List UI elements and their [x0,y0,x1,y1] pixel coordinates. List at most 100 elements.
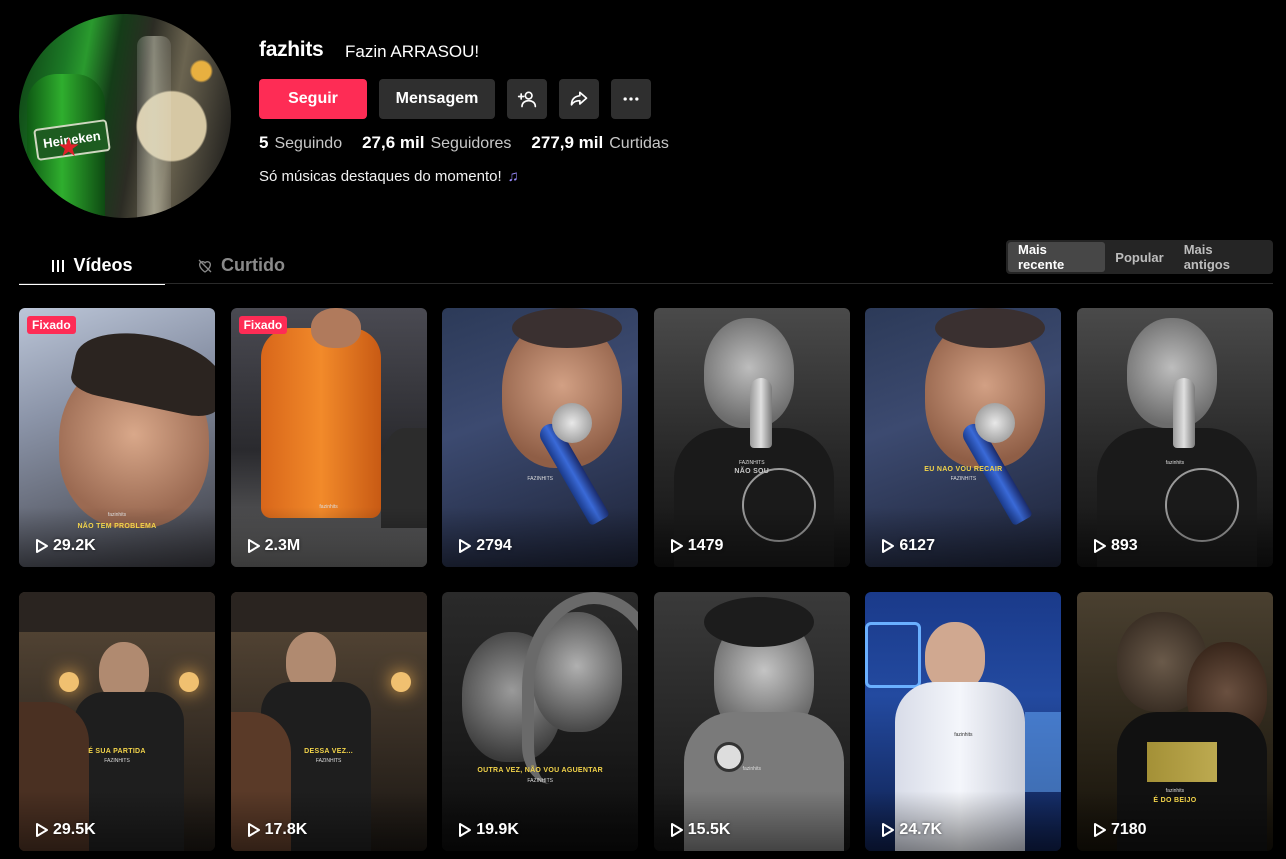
video-views: 1479 [670,537,724,555]
play-icon [882,539,895,553]
view-count: 6127 [899,537,935,554]
sort-oldest[interactable]: Mais antigos [1174,242,1271,272]
view-count: 2794 [476,537,512,554]
video-card[interactable]: DESSA VEZ... FAZINHITS 17.8K [230,592,427,851]
video-views: 19.9K [458,821,519,839]
view-count: 15.5K [687,821,731,838]
view-count: 1479 [687,537,724,554]
grid-icon [52,259,65,272]
video-card[interactable]: fazinhits 24.7K [865,592,1062,851]
add-friend-button[interactable] [507,79,547,119]
play-icon [247,823,260,837]
view-count: 893 [1110,537,1138,554]
video-caption: É DO BEIJO [1153,797,1197,804]
view-count: 7180 [1110,821,1147,838]
video-card[interactable]: É SUA PARTIDA FAZINHITS 29.5K [19,592,215,851]
video-watermark: FAZINHITS [104,758,130,764]
profile-stats: 5 Seguindo 27,6 mil Seguidores 277,9 mil Cu… [259,133,669,153]
sort-most-recent[interactable]: Mais recente [1008,242,1106,272]
play-icon [1093,539,1106,553]
message-button[interactable]: Mensagem [379,79,495,119]
more-button[interactable] [611,79,651,119]
stat-following[interactable]: 5 Seguindo [259,133,342,153]
play-icon [459,539,472,553]
play-icon [882,823,895,837]
video-watermark: FAZINHITS [315,758,342,764]
video-watermark: fazinhits [1165,460,1185,466]
share-icon [570,91,588,106]
more-icon [623,97,639,101]
play-icon [459,823,472,837]
play-icon [670,539,683,553]
tab-videos-label: Vídeos [73,255,133,275]
profile-bio: Só músicas destaques do momento! ♫ [259,168,519,185]
pinned-badge: Fixado [27,316,76,334]
video-views: 7180 [1093,821,1147,839]
avatar-glass-bottle [137,36,171,218]
likes-count: 277,9 mil [531,133,604,152]
video-watermark: FAZINHITS [527,476,553,482]
view-count: 29.2K [53,537,96,554]
profile-avatar[interactable]: Heineken ★ [19,14,231,218]
video-card[interactable]: FAZINHITS 2794 [442,308,639,567]
play-icon [36,539,48,553]
video-caption: EU NAO VOU RECAIR [924,466,1003,473]
music-notes-icon: ♫ [507,168,519,185]
video-views: 17.8K [247,821,308,839]
video-card[interactable]: OUTRA VEZ, NÃO VOU AGUENTAR FAZINHITS 19… [442,592,639,851]
video-views: 29.5K [35,821,96,839]
view-count: 29.5K [53,821,96,838]
video-caption: É SUA PARTIDA [88,748,146,755]
followers-count: 27,6 mil [362,133,425,152]
video-views: 15.5K [670,821,731,839]
video-grid: Fixado fazinhits NÃO TEM PROBLEMA 29.2K … [19,308,1273,851]
profile-username: fazhits [259,38,324,61]
video-views: 6127 [881,537,935,555]
tab-liked[interactable]: Curtido [197,248,285,283]
view-count: 24.7K [899,821,943,838]
pinned-badge: Fixado [238,316,288,334]
video-caption: OUTRA VEZ, NÃO VOU AGUENTAR [477,767,604,774]
video-views: 893 [1093,537,1138,555]
tab-divider [19,283,1273,284]
add-friend-icon [517,91,537,108]
video-views: 24.7K [881,821,942,839]
sort-toggle: Mais recente Popular Mais antigos [1006,240,1273,274]
profile-nickname: Fazin ARRASOU! [345,42,480,61]
view-count: 19.9K [476,821,519,838]
video-card[interactable]: NÃO SOU FAZINHITS 1479 [653,308,850,567]
share-button[interactable] [559,79,599,119]
liked-heart-icon [198,259,212,273]
video-watermark: fazinhits [1165,788,1185,794]
tab-liked-label: Curtido [221,255,285,275]
video-card[interactable]: Fixado fazinhits NÃO TEM PROBLEMA 29.2K [19,308,215,567]
play-icon [1093,823,1106,837]
follow-button[interactable]: Seguir [259,79,367,119]
video-watermark: fazinhits [954,732,973,738]
sort-popular[interactable]: Popular [1105,242,1173,272]
video-caption: NÃO TEM PROBLEMA [77,523,157,530]
followers-label: Seguidores [430,135,512,152]
video-card[interactable]: fazinhits É DO BEIJO 7180 [1076,592,1273,851]
video-watermark: fazinhits [319,504,338,510]
video-views: 2.3M [247,537,300,555]
video-card[interactable]: Fixado fazinhits 2.3M [230,308,427,567]
bio-text: Só músicas destaques do momento! [259,168,502,185]
video-watermark: FAZINHITS [527,778,553,784]
video-card[interactable]: EU NAO VOU RECAIR FAZINHITS 6127 [865,308,1062,567]
video-card[interactable]: fazinhits 893 [1076,308,1273,567]
video-card[interactable]: fazinhits 15.5K [653,592,850,851]
video-watermark: FAZINHITS [950,476,977,482]
view-count: 17.8K [264,821,308,838]
play-icon [247,539,260,553]
stat-likes: 277,9 mil Curtidas [531,133,668,153]
video-caption: NÃO SOU [734,468,770,475]
video-watermark: FAZINHITS [739,460,765,466]
video-views: 2794 [458,537,512,555]
video-caption: DESSA VEZ... [304,748,354,755]
tab-videos[interactable]: Vídeos [19,248,165,285]
video-views: 29.2K [35,537,96,555]
stat-followers[interactable]: 27,6 mil Seguidores [362,133,511,153]
likes-label: Curtidas [609,135,669,152]
video-watermark: fazinhits [742,766,761,772]
